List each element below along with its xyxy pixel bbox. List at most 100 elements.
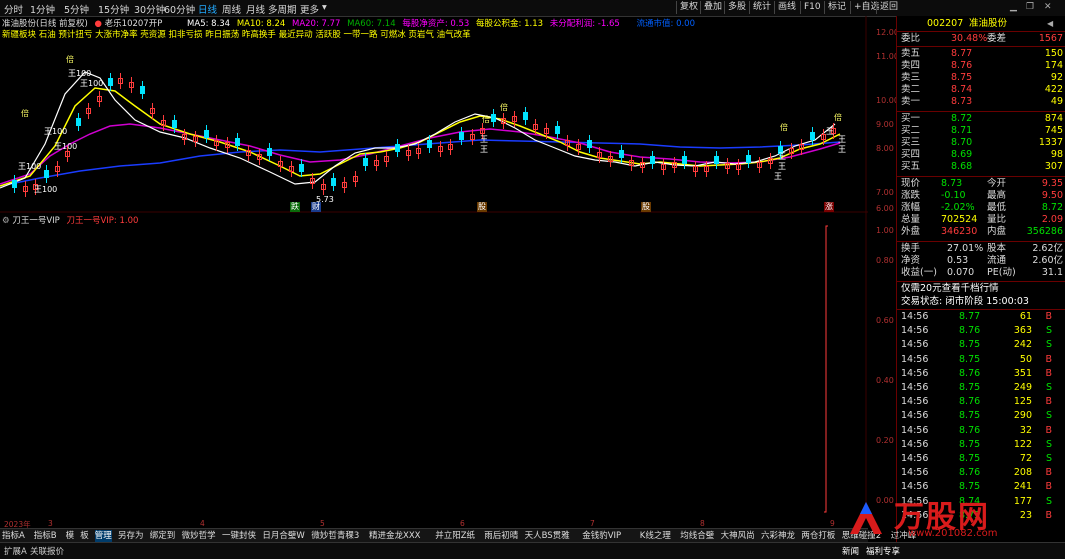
tick-price: 8.75 [959,353,981,365]
period-daily[interactable]: 日线 [198,2,217,16]
indicator-tabs: 指标A 指标B 模板管理 另存为 绑定到 微妙哲学 一键封侠 日月合璧W 微妙哲青稞3 精进金龙X… [0,528,916,543]
candle-wick [77,113,79,131]
tick-volume: 242 [1013,339,1032,351]
indicator-tab[interactable]: 大神风尚 [721,530,755,542]
indicator-tab[interactable]: 管理 [94,530,112,542]
signal-tag: 股 [641,202,651,212]
candle-wick [769,153,771,169]
bid-label: 买四 [901,149,921,160]
indicator-tab[interactable]: 指标B [34,530,57,542]
related-quote-button[interactable]: 关联报价 [30,545,64,557]
draw-line-button[interactable]: 画线 [774,1,799,14]
candle-wick [726,158,728,174]
kline-chart-area[interactable]: 准油股份(日线 前复权) ● 老乐10207开P MA5: 8.34 MA10:… [0,16,868,518]
candle-wick [109,73,111,91]
dropdown-icon[interactable]: ▾ [322,2,327,13]
period-more[interactable]: 更多 [300,2,319,16]
quote-panel: 002207 准油股份 ◀ 委比 30.48% 委差 1567 卖五 8.77 15… [896,16,1065,542]
date-axis: 2023年 3 4 5 6 7 8 9 [0,519,868,529]
period-15min[interactable]: 15分钟 [98,2,129,16]
indicator-tab[interactable]: 并立阳Z纸 [435,530,475,542]
indicator-tab[interactable]: 模 [66,530,75,542]
extend-button[interactable]: 扩展A [4,545,27,557]
period-5min[interactable]: 5分钟 [64,2,89,16]
welfare-button[interactable]: 福利专享 [866,545,900,557]
ask-price: 8.73 [951,96,973,107]
candle-wick [290,161,292,177]
tick-row: 14:56 8.76 32 B [897,425,1065,437]
candle-wick [258,149,260,165]
period-weekly[interactable]: 周线 [222,2,241,16]
minimize-icon[interactable]: ▁ [1010,2,1017,12]
indicator-tab[interactable]: 绑定到 [150,530,176,542]
period-60min[interactable]: 60分钟 [164,2,195,16]
close-icon[interactable]: ✕ [1044,2,1052,12]
candle-wick [737,159,739,175]
candle-wick [471,129,473,145]
restore-right-button[interactable]: 复权 [676,1,701,14]
indicator-tab[interactable]: 金钱豹VIP [582,530,621,542]
stat-value: 2.09 [1041,214,1063,225]
period-multi[interactable]: 多周期 [268,2,297,16]
back-button[interactable]: 返回 [876,1,901,14]
indicator-tab[interactable]: 两仓打板 [801,530,835,542]
candle-wick [194,131,196,147]
candle-wick [237,133,239,151]
ask-label: 卖一 [901,96,921,107]
indicator-tab[interactable]: 日月合璧W [262,530,304,542]
period-monthly[interactable]: 月线 [246,2,265,16]
tick-price: 8.76 [959,467,981,479]
indicator-tab[interactable]: 精进金龙XXX [369,530,420,542]
quote-row: 卖二 8.74 422 [897,84,1065,96]
axis-tick: 0.40 [876,376,894,385]
indicator-tab[interactable]: 板 [80,530,89,542]
indicator-tab[interactable]: 微妙哲青稞3 [311,530,359,542]
indicator-tab[interactable]: 指标A [2,530,25,542]
indicator-tab[interactable]: 均线合璧 [680,530,714,542]
indicator-tab[interactable]: 雨后初晴 [484,530,518,542]
period-30min[interactable]: 30分钟 [134,2,165,16]
stat-label: 现价 [901,178,921,189]
stock-name: 准油股份 [969,18,1008,29]
bid-volume: 1337 [1038,137,1063,148]
indicator-tab[interactable]: 微妙哲学 [182,530,216,542]
stat-value: 8.73 [941,178,963,189]
upgrade-notice[interactable]: 仅需20元查看千档行情 [897,283,1065,295]
tick-time: 14:56 [901,382,929,393]
multi-stock-button[interactable]: 多股 [724,1,749,14]
signal-label: 倍 [482,115,490,124]
panel-toggle-icon[interactable]: ◀ [1047,18,1053,30]
quote-row: 现价 8.73 今开 9.35 [897,178,1065,190]
indicator-tab[interactable]: 一键封侠 [222,530,256,542]
candle-wick [397,139,399,157]
month-label: 6 [460,519,465,528]
month-label: 8 [700,519,705,528]
news-button[interactable]: 新闻 [842,545,859,557]
tick-volume: 208 [1013,467,1032,479]
mark-button[interactable]: 标记 [824,1,849,14]
stat-value: 0.53 [947,255,969,266]
indicator-tab[interactable]: 六彩神龙 [761,530,795,542]
tick-direction: S [1045,325,1052,337]
signal-label: 王100 [44,127,68,136]
stat-label: 外盘 [901,226,921,237]
tick-volume: 72 [1019,453,1032,464]
indicator-tab[interactable]: 另存为 [118,530,144,542]
lower-indicator-svg [824,225,828,513]
period-fenshi[interactable]: 分时 [4,2,23,16]
ask-label: 卖四 [901,60,921,71]
webi-row: 委比 30.48% 委差 1567 [897,33,1065,45]
period-1min[interactable]: 1分钟 [30,2,55,16]
stock-title-row: 002207 准油股份 ◀ [897,18,1065,30]
restore-icon[interactable]: ❐ [1026,2,1034,12]
ask-label: 卖五 [901,48,921,59]
tick-direction: B [1045,481,1052,493]
tick-volume: 125 [1013,396,1032,408]
indicator-tab[interactable]: K线之理 [640,530,671,542]
f10-button[interactable]: F10 [800,1,824,14]
statistics-button[interactable]: 统计 [749,1,774,14]
candle-wick [673,157,675,173]
overlay-button[interactable]: 叠加 [700,1,725,14]
indicator-tab[interactable]: 天人BS贯雅 [525,530,570,542]
stat-value: 0.070 [947,267,975,278]
